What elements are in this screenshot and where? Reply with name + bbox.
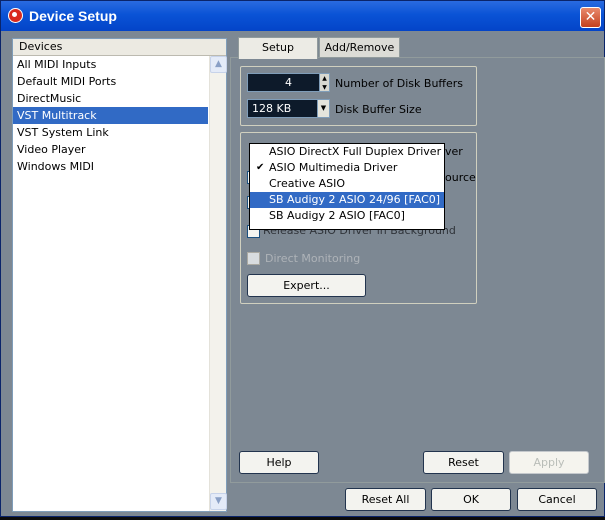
disk-buffers-label: Number of Disk Buffers — [335, 77, 464, 90]
title-bar[interactable]: Device Setup ✕ — [1, 1, 604, 31]
cancel-button[interactable]: Cancel — [517, 488, 597, 511]
device-list[interactable]: Devices All MIDI Inputs Default MIDI Por… — [12, 38, 227, 512]
disk-buffer-size-label: Disk Buffer Size — [335, 103, 422, 116]
stepper-down-icon[interactable]: ▼ — [320, 83, 329, 92]
disk-buffers-field[interactable]: 4 — [247, 73, 330, 92]
chevron-down-icon[interactable]: ▼ — [317, 99, 330, 118]
asio-option-audigy[interactable]: SB Audigy 2 ASIO [FAC0] — [250, 208, 444, 224]
disk-buffers-stepper[interactable]: ▲ ▼ — [319, 73, 330, 92]
device-item-vst-system-link[interactable]: VST System Link — [13, 124, 208, 141]
tab-add-remove[interactable]: Add/Remove — [319, 37, 400, 58]
reset-all-button[interactable]: Reset All — [345, 488, 426, 511]
checkmark-icon: ✔ — [256, 162, 265, 173]
direct-monitoring-label: Direct Monitoring — [265, 252, 361, 265]
asio-option-multimedia[interactable]: ✔ ASIO Multimedia Driver — [250, 160, 444, 176]
asio-option-label: ASIO Multimedia Driver — [269, 161, 398, 174]
asio-label-peek-2: ource — [445, 171, 476, 184]
device-list-header: Devices — [13, 39, 226, 56]
ok-button[interactable]: OK — [431, 488, 511, 511]
direct-monitoring-checkbox[interactable] — [247, 252, 260, 265]
device-setup-window: Device Setup ✕ Devices All MIDI Inputs D… — [0, 0, 605, 517]
device-item-all-midi-inputs[interactable]: All MIDI Inputs — [13, 56, 208, 73]
device-item-video-player[interactable]: Video Player — [13, 141, 208, 158]
device-item-windows-midi[interactable]: Windows MIDI — [13, 158, 208, 175]
asio-option-creative[interactable]: Creative ASIO — [250, 176, 444, 192]
asio-option-label: ASIO DirectX Full Duplex Driver — [269, 145, 442, 158]
device-list-scrollbar[interactable]: ▲ ▼ — [209, 56, 227, 511]
scroll-up-icon[interactable]: ▲ — [210, 56, 227, 73]
apply-button[interactable]: Apply — [509, 451, 589, 474]
scroll-down-icon[interactable]: ▼ — [210, 493, 227, 510]
asio-label-peek-1: ver — [445, 145, 463, 158]
asio-option-label: SB Audigy 2 ASIO [FAC0] — [269, 209, 405, 222]
reset-button[interactable]: Reset — [423, 451, 504, 474]
asio-option-label: SB Audigy 2 ASIO 24/96 [FAC0] — [269, 193, 441, 206]
asio-option-label: Creative ASIO — [269, 177, 346, 190]
device-item-directmusic[interactable]: DirectMusic — [13, 90, 208, 107]
expert-button[interactable]: Expert... — [247, 274, 366, 297]
window-title: Device Setup — [29, 8, 117, 24]
asio-option-directx[interactable]: ASIO DirectX Full Duplex Driver — [250, 144, 444, 160]
close-button[interactable]: ✕ — [580, 7, 601, 28]
help-button[interactable]: Help — [239, 451, 319, 474]
device-item-vst-multitrack[interactable]: VST Multitrack — [13, 107, 208, 124]
stepper-up-icon[interactable]: ▲ — [320, 74, 329, 83]
asio-driver-dropdown[interactable]: ASIO DirectX Full Duplex Driver ✔ ASIO M… — [249, 143, 445, 230]
device-item-default-midi-ports[interactable]: Default MIDI Ports — [13, 73, 208, 90]
device-items: All MIDI Inputs Default MIDI Ports Direc… — [13, 56, 208, 175]
tab-setup[interactable]: Setup — [238, 37, 318, 59]
asio-option-audigy-2496[interactable]: SB Audigy 2 ASIO 24/96 [FAC0] — [250, 192, 444, 208]
cubase-logo-icon — [8, 8, 23, 23]
